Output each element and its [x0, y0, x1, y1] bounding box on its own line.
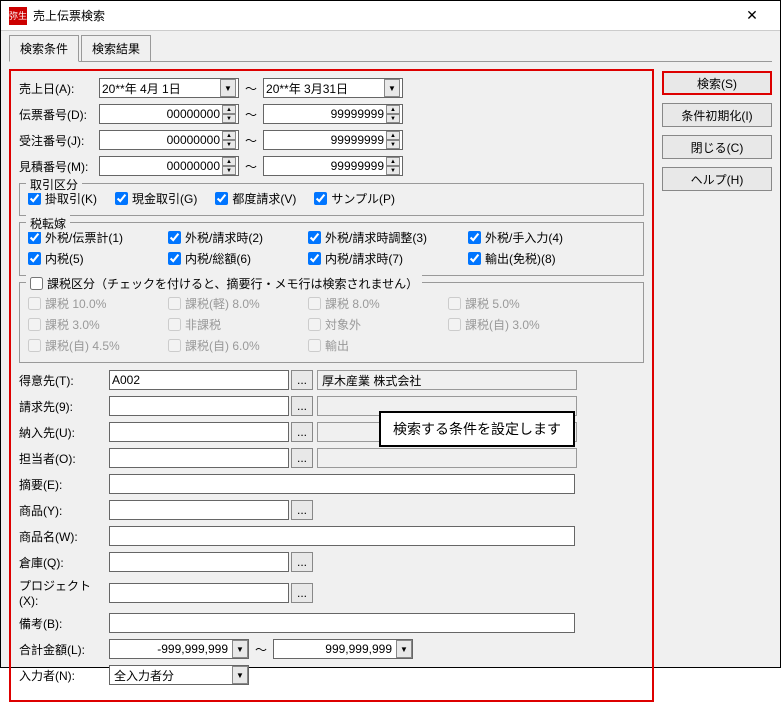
lookup-button[interactable]: ...	[291, 552, 313, 572]
dropdown-icon[interactable]: ▼	[396, 640, 412, 658]
cb-hikazei: 非課税	[168, 316, 288, 333]
cb-taishogai: 対象外	[308, 316, 428, 333]
tab-bar: 検索条件 検索結果	[1, 31, 780, 62]
cb-zei-3[interactable]: 外税/請求時調整(3)	[308, 229, 448, 246]
window: 弥生 売上伝票検索 ✕ 検索条件 検索結果 売上日(A): 20**年 4月 1…	[0, 0, 781, 668]
search-conditions-panel: 売上日(A): 20**年 4月 1日▼ ～ 20**年 3月31日▼ 伝票番号…	[9, 69, 654, 702]
label-order-no: 受注番号(J):	[19, 132, 99, 149]
cb-zei-8[interactable]: 輸出(免税)(8)	[468, 250, 588, 267]
label-nyuryoku: 入力者(N):	[19, 667, 109, 684]
cb-kazei-kei8: 課税(軽) 8.0%	[168, 295, 288, 312]
help-button[interactable]: ヘルプ(H)	[662, 167, 772, 191]
cb-zei-4[interactable]: 外税/手入力(4)	[468, 229, 588, 246]
titlebar: 弥生 売上伝票検索 ✕	[1, 1, 780, 31]
nyuryoku-select[interactable]: 全入力者分▼	[109, 665, 249, 685]
reset-button[interactable]: 条件初期化(I)	[662, 103, 772, 127]
tokuisaki-name: 厚木産業 株式会社	[317, 370, 577, 390]
label-shohinmei: 商品名(W):	[19, 528, 109, 545]
cb-tsudo[interactable]: 都度請求(V)	[215, 190, 296, 207]
label-date: 売上日(A):	[19, 80, 99, 97]
cb-zei-5[interactable]: 内税(5)	[28, 250, 148, 267]
callout-text: 検索する条件を設定します	[379, 411, 575, 447]
project-input[interactable]	[109, 583, 289, 603]
label-goukei: 合計金額(L):	[19, 641, 109, 658]
label-tantou: 担当者(O):	[19, 450, 109, 467]
order-to-input[interactable]: 99999999▲▼	[263, 130, 403, 150]
date-from-input[interactable]: 20**年 4月 1日▼	[99, 78, 239, 98]
side-buttons: 検索(S) 条件初期化(I) 閉じる(C) ヘルプ(H)	[662, 69, 772, 702]
label-bikou: 備考(B):	[19, 615, 109, 632]
cb-kazei-ji6: 課税(自) 6.0%	[168, 337, 288, 354]
cb-yushutsu: 輸出	[308, 337, 428, 354]
dropdown-icon[interactable]: ▼	[232, 640, 248, 658]
legend-tori: 取引区分	[26, 176, 82, 193]
souko-input[interactable]	[109, 552, 289, 572]
label-slip-no: 伝票番号(D):	[19, 106, 99, 123]
group-tax-transfer: 税転嫁 外税/伝票計(1) 外税/請求時(2) 外税/請求時調整(3) 外税/手…	[19, 222, 644, 276]
shohinmei-input[interactable]	[109, 526, 575, 546]
amount-from-input[interactable]: -999,999,999▼	[109, 639, 249, 659]
tekiyo-input[interactable]	[109, 474, 575, 494]
cb-kazei-10: 課税 10.0%	[28, 295, 148, 312]
shohin-input[interactable]	[109, 500, 289, 520]
cb-zei-6[interactable]: 内税/総額(6)	[168, 250, 288, 267]
close-icon[interactable]: ✕	[732, 2, 772, 30]
label-nounyu: 納入先(U):	[19, 424, 109, 441]
lookup-button[interactable]: ...	[291, 370, 313, 390]
cb-zei-7[interactable]: 内税/請求時(7)	[308, 250, 448, 267]
cb-zei-2[interactable]: 外税/請求時(2)	[168, 229, 288, 246]
cb-sample[interactable]: サンプル(P)	[314, 190, 395, 207]
dropdown-icon[interactable]: ▼	[232, 666, 248, 684]
group-tax-category: 課税区分（チェックを付けると、摘要行・メモ行は検索されません） 課税 10.0%…	[19, 282, 644, 363]
quote-to-input[interactable]: 99999999▲▼	[263, 156, 403, 176]
spin-down-icon[interactable]: ▼	[222, 114, 236, 123]
seikyu-input[interactable]	[109, 396, 289, 416]
close-button[interactable]: 閉じる(C)	[662, 135, 772, 159]
bikou-input[interactable]	[109, 613, 575, 633]
legend-zei: 税転嫁	[26, 215, 70, 232]
cb-kazei-8: 課税 8.0%	[308, 295, 428, 312]
dropdown-icon[interactable]: ▼	[220, 79, 236, 97]
label-quote-no: 見積番号(M):	[19, 158, 99, 175]
date-to-input[interactable]: 20**年 3月31日▼	[263, 78, 403, 98]
tantou-input[interactable]	[109, 448, 289, 468]
order-from-input[interactable]: 00000000▲▼	[99, 130, 239, 150]
lookup-button[interactable]: ...	[291, 396, 313, 416]
dropdown-icon[interactable]: ▼	[384, 79, 400, 97]
tab-search-conditions[interactable]: 検索条件	[9, 35, 79, 62]
window-title: 売上伝票検索	[33, 7, 732, 24]
label-seikyu: 請求先(9):	[19, 398, 109, 415]
label-tokuisaki: 得意先(T):	[19, 372, 109, 389]
lookup-button[interactable]: ...	[291, 583, 313, 603]
group-transaction-type: 取引区分 掛取引(K) 現金取引(G) 都度請求(V) サンプル(P)	[19, 183, 644, 216]
spin-up-icon[interactable]: ▲	[222, 105, 236, 114]
tab-search-results[interactable]: 検索結果	[81, 35, 151, 62]
lookup-button[interactable]: ...	[291, 422, 313, 442]
label-souko: 倉庫(Q):	[19, 554, 109, 571]
slip-to-input[interactable]: 99999999▲▼	[263, 104, 403, 124]
lookup-button[interactable]: ...	[291, 448, 313, 468]
cb-kazei-3: 課税 3.0%	[28, 316, 148, 333]
cb-kazei-5: 課税 5.0%	[448, 295, 568, 312]
label-project: プロジェクト(X):	[19, 577, 109, 608]
app-logo: 弥生	[9, 7, 27, 25]
cb-kazei-enable[interactable]: 課税区分（チェックを付けると、摘要行・メモ行は検索されません）	[26, 275, 422, 292]
cb-kazei-ji45: 課税(自) 4.5%	[28, 337, 148, 354]
label-tekiyo: 摘要(E):	[19, 476, 109, 493]
lookup-button[interactable]: ...	[291, 500, 313, 520]
amount-to-input[interactable]: 999,999,999▼	[273, 639, 413, 659]
label-shohin: 商品(Y):	[19, 502, 109, 519]
cb-kazei-ji3: 課税(自) 3.0%	[448, 316, 568, 333]
search-button[interactable]: 検索(S)	[662, 71, 772, 95]
slip-from-input[interactable]: 00000000▲▼	[99, 104, 239, 124]
nounyu-input[interactable]	[109, 422, 289, 442]
quote-from-input[interactable]: 00000000▲▼	[99, 156, 239, 176]
cb-genkin[interactable]: 現金取引(G)	[115, 190, 197, 207]
tilde: ～	[245, 80, 257, 97]
tokuisaki-input[interactable]: A002	[109, 370, 289, 390]
